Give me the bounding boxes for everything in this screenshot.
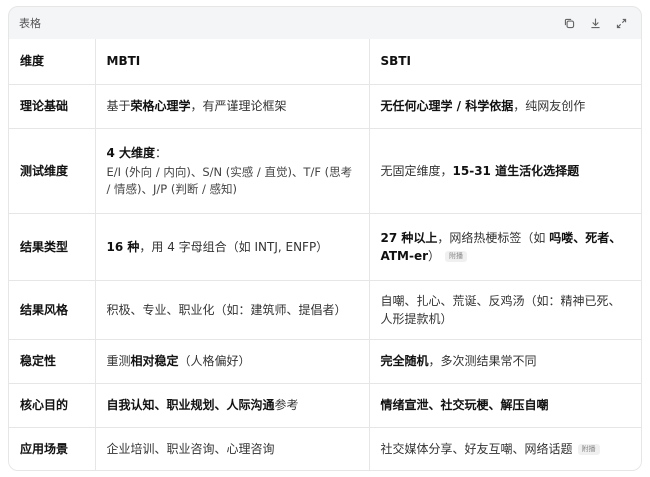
toolbar — [561, 15, 629, 31]
expand-icon[interactable] — [613, 15, 629, 31]
copy-icon[interactable] — [561, 15, 577, 31]
header-mbti: MBTI — [95, 39, 370, 84]
row-label: 稳定性 — [9, 338, 96, 383]
mbti-cell: 自我认知、职业规划、人际沟通参考 — [95, 382, 370, 427]
row-label: 核心目的 — [9, 382, 96, 427]
table-row: 结果类型 16 种，用 4 字母组合（如 INTJ, ENFP） 27 种以上，… — [9, 212, 641, 280]
mbti-cell: 4 大维度： E/I (外向 / 内向)、S/N (实感 / 直觉)、T/F (思… — [95, 127, 370, 213]
sbti-cell: 完全随机，多次测结果常不同 — [369, 338, 641, 383]
sbti-cell: 27 种以上，网络热梗标签（如 吗喽、死者、ATM-er） 附播 — [369, 212, 641, 280]
table-card: 表格 维度 MBTI SBTI 理论基础 基于荣格心理学，有严谨理论框架 无任何… — [8, 6, 642, 471]
table-row: 理论基础 基于荣格心理学，有严谨理论框架 无任何心理学 / 科学依据，纯网友创作 — [9, 83, 641, 128]
sbti-cell: 社交媒体分享、好友互嘲、网络话题 附播 — [369, 426, 641, 470]
mbti-cell: 基于荣格心理学，有严谨理论框架 — [95, 83, 370, 128]
card-title: 表格 — [19, 17, 41, 30]
row-label: 结果类型 — [9, 212, 96, 280]
source-tag[interactable]: 附播 — [445, 250, 468, 262]
table-row: 核心目的 自我认知、职业规划、人际沟通参考 情绪宣泄、社交玩梗、解压自嘲 — [9, 382, 641, 427]
mbti-cell: 16 种，用 4 字母组合（如 INTJ, ENFP） — [95, 212, 370, 280]
mbti-cell: 重测相对稳定（人格偏好） — [95, 338, 370, 383]
comparison-table: 维度 MBTI SBTI 理论基础 基于荣格心理学，有严谨理论框架 无任何心理学… — [9, 39, 641, 470]
table-row: 测试维度 4 大维度： E/I (外向 / 内向)、S/N (实感 / 直觉)、T… — [9, 127, 641, 213]
card-header: 表格 — [9, 7, 641, 39]
mbti-cell: 积极、专业、职业化（如：建筑师、提倡者） — [95, 279, 370, 339]
header-sbti: SBTI — [380, 54, 411, 69]
sbti-cell: 无任何心理学 / 科学依据，纯网友创作 — [369, 83, 641, 128]
sbti-cell: 无固定维度，15-31 道生活化选择题 — [369, 127, 641, 213]
row-label: 理论基础 — [9, 83, 96, 128]
header-dim: 维度 — [9, 39, 96, 84]
table-row: 稳定性 重测相对稳定（人格偏好） 完全随机，多次测结果常不同 — [9, 338, 641, 383]
table-row: 应用场景 企业培训、职业咨询、心理咨询 社交媒体分享、好友互嘲、网络话题 附播 — [9, 426, 641, 470]
row-label: 应用场景 — [9, 426, 96, 470]
sbti-cell: 自嘲、扎心、荒诞、反鸡汤（如：精神已死、人形提款机） — [369, 279, 641, 339]
table-row: 结果风格 积极、专业、职业化（如：建筑师、提倡者） 自嘲、扎心、荒诞、反鸡汤（如… — [9, 279, 641, 339]
sbti-cell: 情绪宣泄、社交玩梗、解压自嘲 — [369, 382, 641, 427]
row-label: 结果风格 — [9, 279, 96, 339]
row-label: 测试维度 — [9, 127, 96, 213]
source-tag[interactable]: 附播 — [577, 444, 600, 456]
table-header-row: 维度 MBTI SBTI — [9, 39, 641, 84]
mbti-cell: 企业培训、职业咨询、心理咨询 — [95, 426, 370, 470]
download-icon[interactable] — [587, 15, 603, 31]
